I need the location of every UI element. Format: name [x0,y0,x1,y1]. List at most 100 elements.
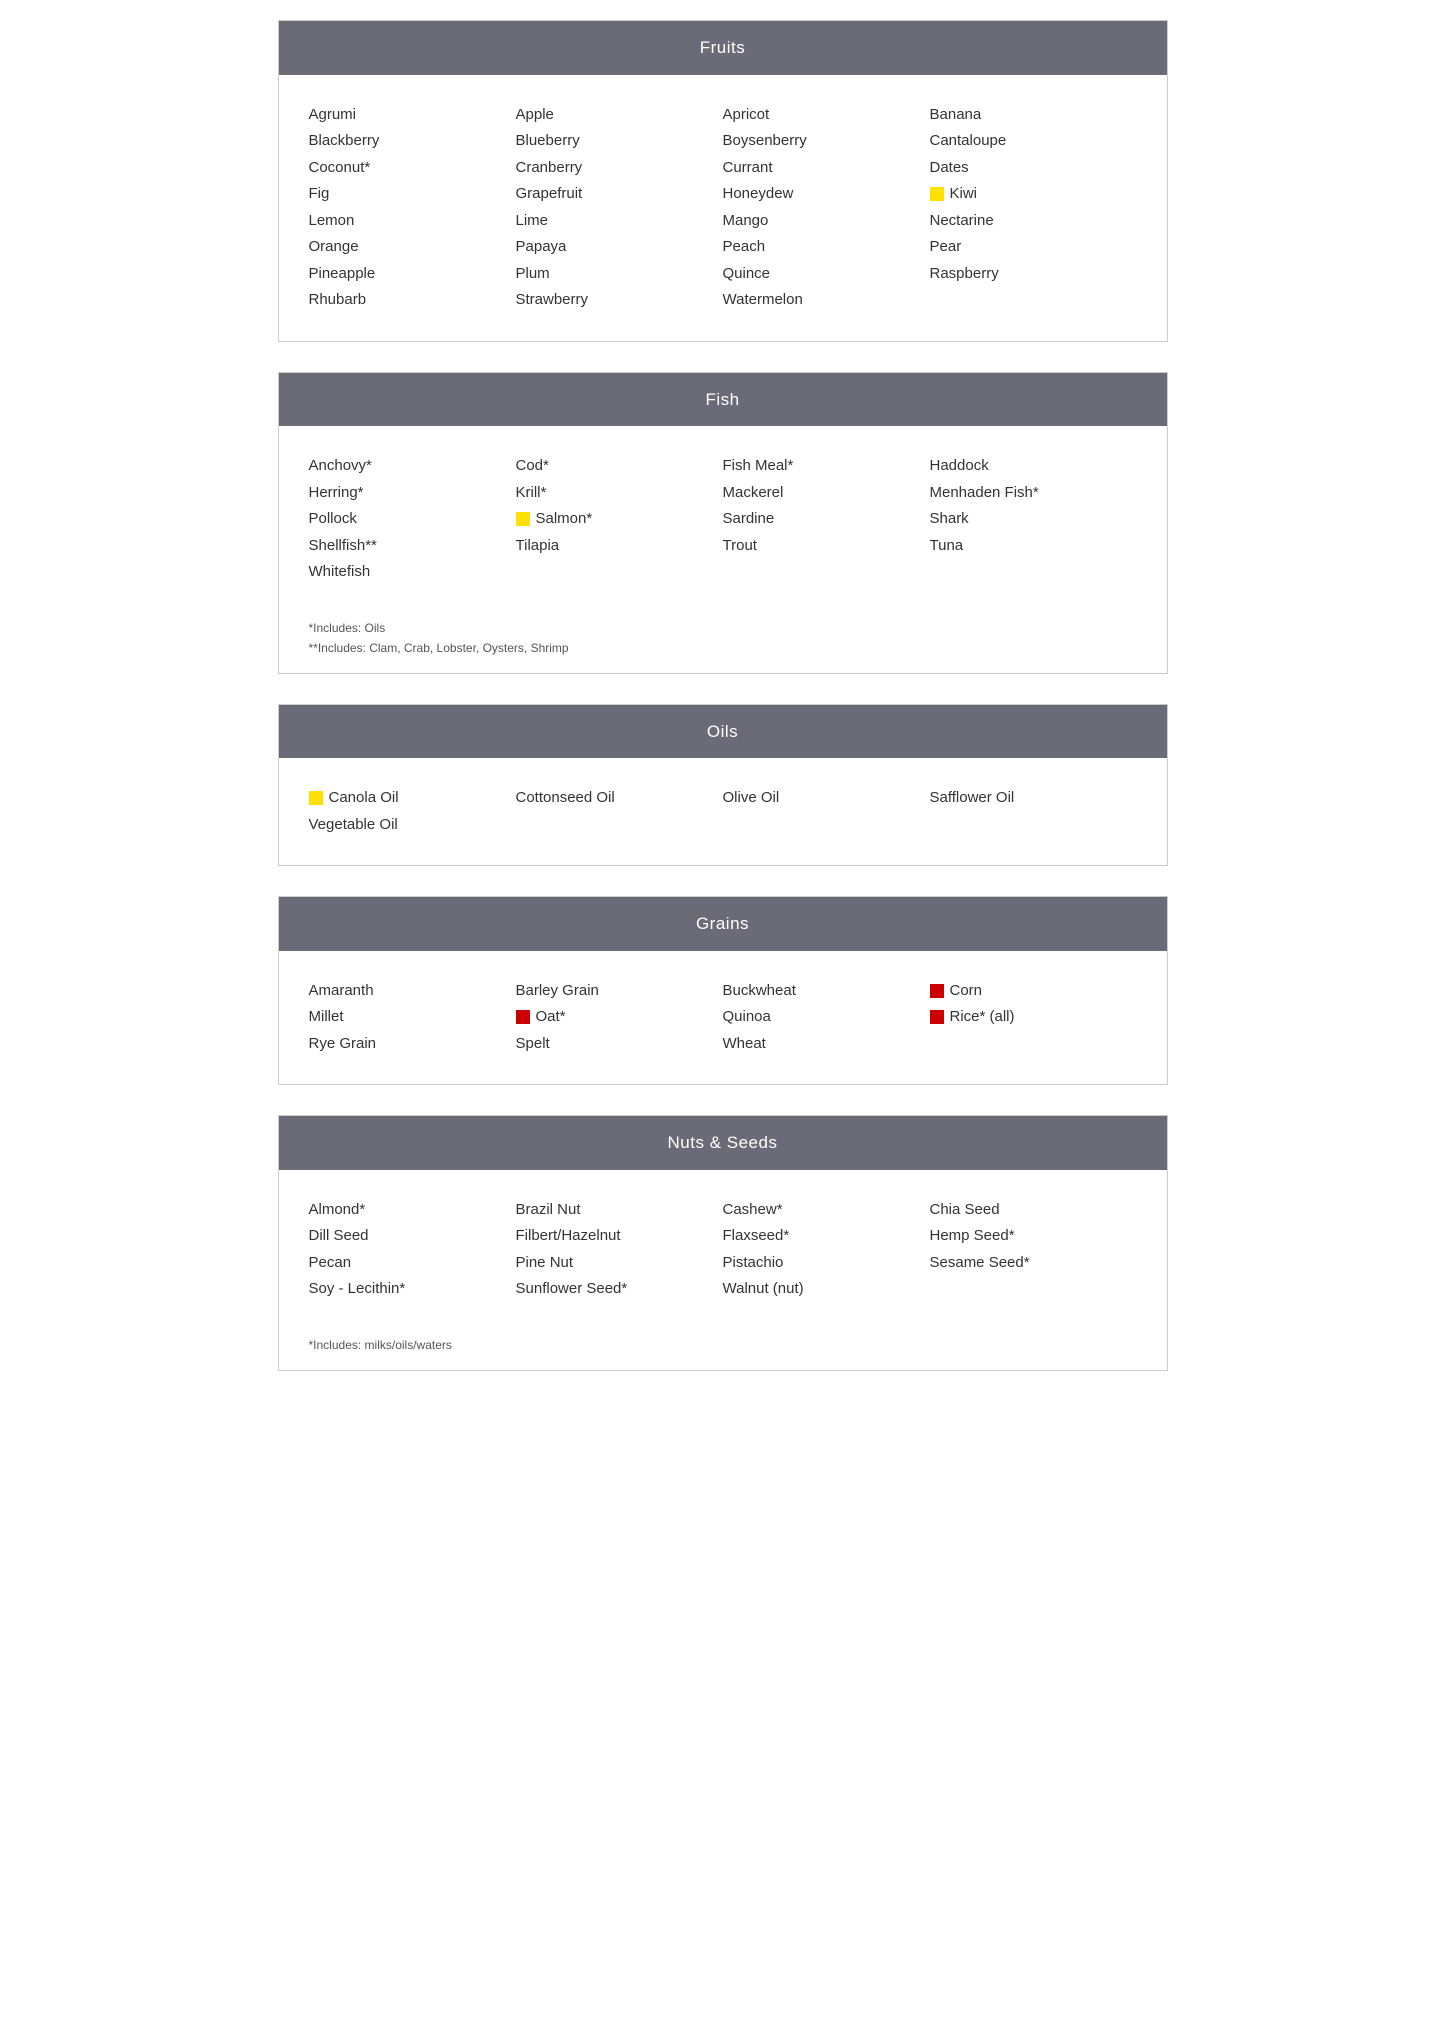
list-item: Tuna [930,534,1137,559]
list-item: Kiwi [930,182,1137,207]
list-item: Strawberry [516,288,723,313]
list-item: Quinoa [723,1005,930,1030]
nuts-seeds-header: Nuts & Seeds [279,1116,1167,1170]
oils-column-3: Safflower Oil [930,786,1137,837]
item-label: Anchovy* [309,455,372,478]
list-item: Blueberry [516,129,723,154]
list-item: Watermelon [723,288,930,313]
item-label: Mackerel [723,482,784,505]
list-item: Boysenberry [723,129,930,154]
fruits-column-3: BananaCantaloupeDatesKiwiNectarinePearRa… [930,103,1137,313]
list-item: Mackerel [723,481,930,506]
list-item: Shellfish** [309,534,516,559]
section-nuts-seeds: Nuts & SeedsAlmond*Dill SeedPecanSoy - L… [278,1115,1168,1371]
list-item: Buckwheat [723,979,930,1004]
item-label: Pine Nut [516,1252,574,1275]
item-label: Pecan [309,1252,352,1275]
item-label: Currant [723,157,773,180]
section-fish: FishAnchovy*Herring*PollockShellfish**Wh… [278,372,1168,674]
item-label: Dill Seed [309,1225,369,1248]
list-item: Lemon [309,209,516,234]
item-label: Shark [930,508,969,531]
list-item: Hemp Seed* [930,1224,1137,1249]
item-label: Almond* [309,1199,366,1222]
item-label: Tuna [930,535,964,558]
item-label: Barley Grain [516,980,599,1003]
list-item: Cottonseed Oil [516,786,723,811]
list-item: Cranberry [516,156,723,181]
item-label: Rhubarb [309,289,367,312]
list-item: Blackberry [309,129,516,154]
oils-column-1: Cottonseed Oil [516,786,723,837]
item-label: Coconut* [309,157,371,180]
item-label: Sesame Seed* [930,1252,1030,1275]
list-item: Mango [723,209,930,234]
item-label: Kiwi [950,183,978,206]
item-label: Tilapia [516,535,560,558]
list-item: Lime [516,209,723,234]
item-label: Canola Oil [329,787,399,810]
list-item: Krill* [516,481,723,506]
list-item: Apple [516,103,723,128]
item-label: Cottonseed Oil [516,787,615,810]
footnote-text: **Includes: Clam, Crab, Lobster, Oysters… [309,639,1137,657]
item-label: Amaranth [309,980,374,1003]
item-label: Boysenberry [723,130,807,153]
item-label: Millet [309,1006,344,1029]
item-label: Agrumi [309,104,357,127]
fish-column-1: Cod*Krill*Salmon* Tilapia [516,454,723,585]
list-item: Menhaden Fish* [930,481,1137,506]
list-item: Vegetable Oil [309,813,516,838]
list-item: Fig [309,182,516,207]
list-item: Pistachio [723,1251,930,1276]
fruits-column-1: Apple Blueberry CranberryGrapefruit Lime Pap… [516,103,723,313]
item-label: Plum [516,263,550,286]
item-label: Lime [516,210,549,233]
red-marker-icon [516,1010,530,1024]
grains-column-0: Amaranth Millet Rye Grain [309,979,516,1057]
list-item: Cod* [516,454,723,479]
list-item: Tilapia [516,534,723,559]
item-label: Menhaden Fish* [930,482,1039,505]
item-label: Cantaloupe [930,130,1007,153]
list-item: Canola Oil [309,786,516,811]
fish-column-0: Anchovy*Herring*PollockShellfish**Whitef… [309,454,516,585]
item-label: Dates [930,157,969,180]
item-label: Raspberry [930,263,999,286]
list-item: Pine Nut [516,1251,723,1276]
fish-column-2: Fish Meal* MackerelSardineTrout [723,454,930,585]
item-label: Blueberry [516,130,580,153]
list-item: Herring* [309,481,516,506]
list-item: Trout [723,534,930,559]
item-label: Salmon* [536,508,593,531]
fish-header: Fish [279,373,1167,427]
item-label: Corn [950,980,983,1003]
list-item: Dates [930,156,1137,181]
section-grains: GrainsAmaranthMilletRye GrainBarley Grai… [278,896,1168,1085]
yellow-marker-icon [309,791,323,805]
item-label: Papaya [516,236,567,259]
list-item: Cashew* [723,1198,930,1223]
list-item: Pineapple [309,262,516,287]
item-label: Pollock [309,508,357,531]
list-item: Honeydew [723,182,930,207]
fish-body: Anchovy*Herring*PollockShellfish**Whitef… [279,426,1167,613]
item-label: Apple [516,104,554,127]
list-item: Pear [930,235,1137,260]
list-item: Wheat [723,1032,930,1057]
item-label: Filbert/Hazelnut [516,1225,621,1248]
item-label: Wheat [723,1033,766,1056]
list-item: Sardine [723,507,930,532]
list-item: Amaranth [309,979,516,1004]
item-label: Rye Grain [309,1033,377,1056]
list-item: Millet [309,1005,516,1030]
item-label: Banana [930,104,982,127]
fish-column-3: HaddockMenhaden Fish*SharkTuna [930,454,1137,585]
list-item: Fish Meal* [723,454,930,479]
item-label: Fish Meal* [723,455,794,478]
list-item: Safflower Oil [930,786,1137,811]
section-oils: OilsCanola OilVegetable OilCottonseed Oi… [278,704,1168,867]
list-item: Banana [930,103,1137,128]
item-label: Hemp Seed* [930,1225,1015,1248]
list-item: Grapefruit [516,182,723,207]
